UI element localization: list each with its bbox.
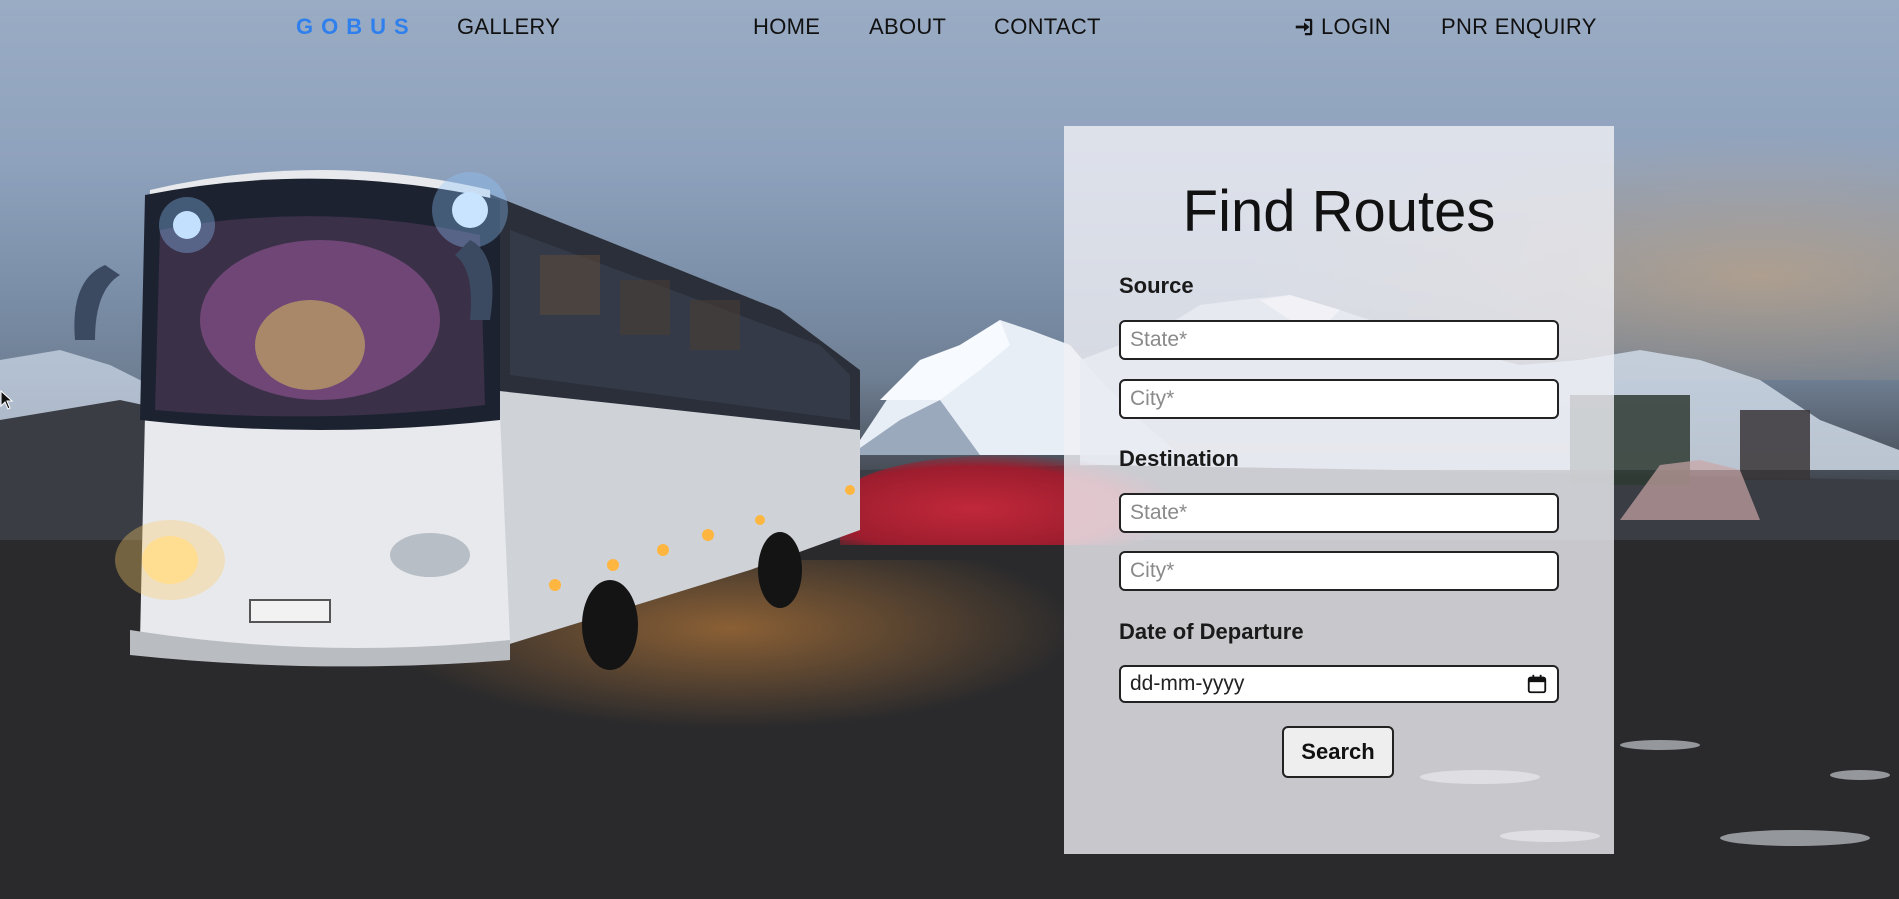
source-label: Source	[1119, 273, 1194, 298]
find-routes-panel: Find Routes Source Destination Date of D…	[1064, 126, 1614, 854]
sign-in-icon	[1295, 18, 1313, 36]
date-placeholder: dd-mm-yyyy	[1130, 672, 1245, 695]
calendar-icon[interactable]	[1526, 673, 1548, 695]
nav-about-link[interactable]: ABOUT	[869, 13, 946, 41]
nav-gallery-link[interactable]: GALLERY	[457, 13, 560, 41]
source-state-input[interactable]	[1119, 320, 1559, 360]
snow-patch	[1620, 740, 1700, 750]
nav-home-link[interactable]: HOME	[753, 13, 820, 41]
nav-contact-link[interactable]: CONTACT	[994, 13, 1101, 41]
nav-login-label: LOGIN	[1321, 14, 1391, 39]
bus-image	[74, 170, 860, 670]
departure-date-input[interactable]: dd-mm-yyyy	[1119, 665, 1559, 703]
nav-login-link[interactable]: LOGIN	[1293, 13, 1391, 41]
find-routes-title: Find Routes	[1182, 179, 1496, 244]
snow-patch	[1830, 770, 1890, 780]
destination-label: Destination	[1119, 446, 1239, 471]
mouse-cursor-icon	[0, 390, 14, 410]
date-of-departure-label: Date of Departure	[1119, 619, 1304, 644]
nav-pnr-enquiry-link[interactable]: PNR ENQUIRY	[1441, 13, 1597, 41]
brand-logo-link[interactable]: GOBUS	[296, 13, 417, 41]
search-button[interactable]: Search	[1282, 726, 1394, 778]
destination-state-input[interactable]	[1119, 493, 1559, 533]
top-navbar: GOBUS GALLERY HOME ABOUT CONTACT LOGIN P…	[0, 0, 1899, 56]
destination-city-input[interactable]	[1119, 551, 1559, 591]
snow-patch	[1720, 830, 1870, 846]
source-city-input[interactable]	[1119, 379, 1559, 419]
